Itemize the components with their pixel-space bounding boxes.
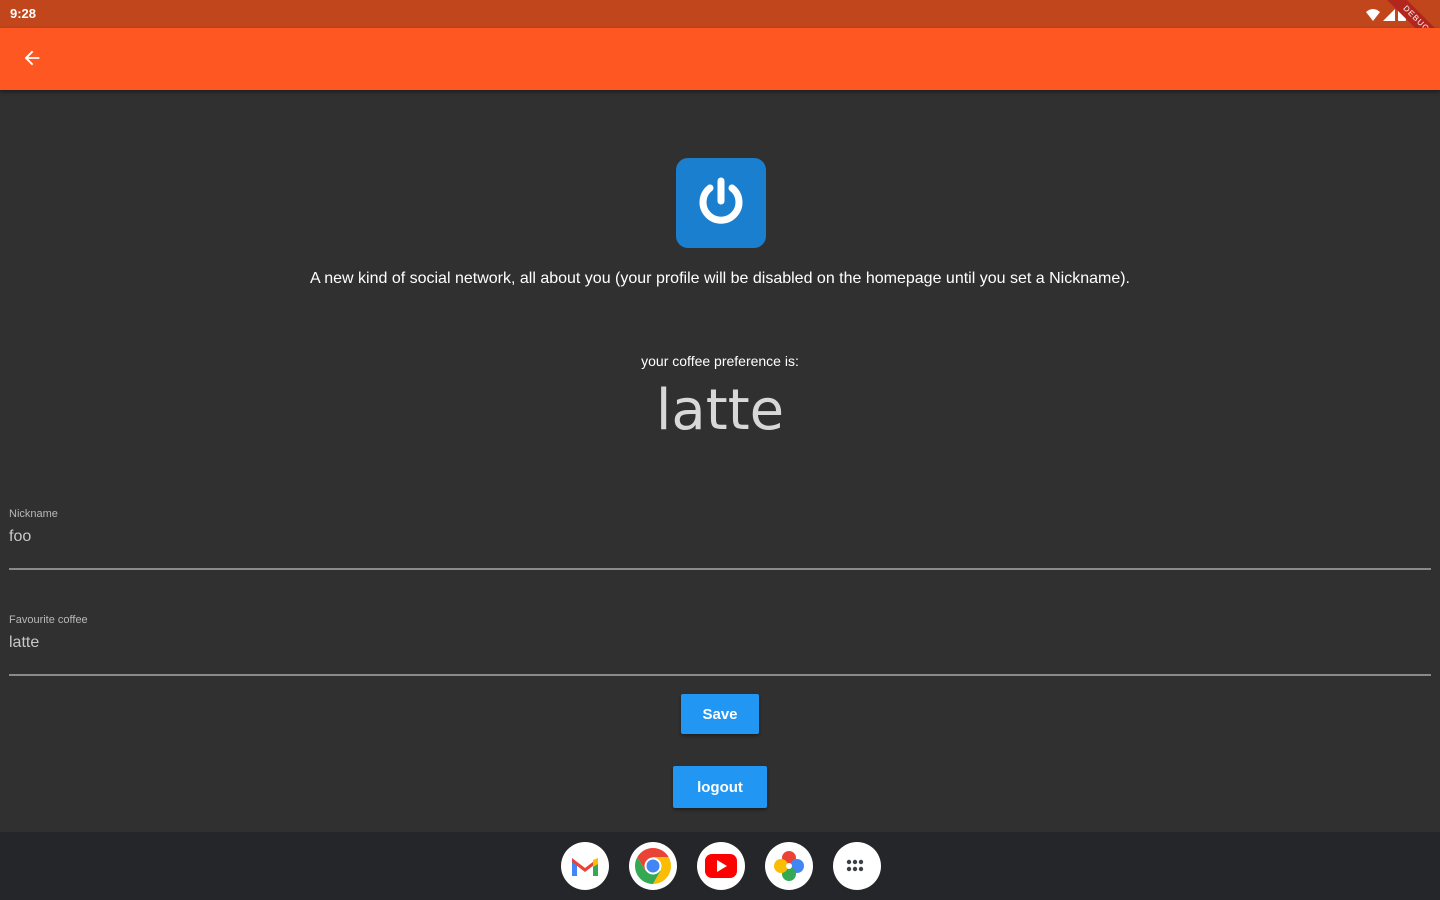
coffee-preference-value: latte <box>655 378 785 443</box>
arrow-back-icon <box>21 47 43 73</box>
gmail-icon[interactable] <box>561 842 609 890</box>
app-bar <box>0 28 1440 90</box>
app-launcher-icon[interactable] <box>833 842 881 890</box>
favourite-coffee-field: Favourite coffee <box>9 614 1431 676</box>
status-time: 9:28 <box>10 6 37 21</box>
save-button[interactable]: Save <box>681 694 759 734</box>
chrome-icon[interactable] <box>629 842 677 890</box>
back-button[interactable] <box>14 42 50 78</box>
nickname-label: Nickname <box>9 508 58 520</box>
signal-icon <box>1383 6 1395 25</box>
favourite-coffee-input[interactable] <box>9 634 1431 652</box>
taskbar <box>0 832 1440 900</box>
coffee-preference-label: your coffee preference is: <box>641 353 799 369</box>
main-content: A new kind of social network, all about … <box>0 90 1440 832</box>
google-photos-icon[interactable] <box>765 842 813 890</box>
wifi-icon <box>1366 6 1380 25</box>
power-icon <box>691 171 751 235</box>
nickname-field: Nickname <box>9 508 1431 570</box>
status-bar: 9:28 DEBUG <box>0 0 1440 67</box>
app-logo <box>676 158 766 248</box>
youtube-icon[interactable] <box>697 842 745 890</box>
favourite-coffee-label: Favourite coffee <box>9 614 88 626</box>
app-dock <box>561 842 881 890</box>
logout-button[interactable]: logout <box>673 766 767 808</box>
nickname-input[interactable] <box>9 528 1431 546</box>
tagline: A new kind of social network, all about … <box>309 270 1130 287</box>
